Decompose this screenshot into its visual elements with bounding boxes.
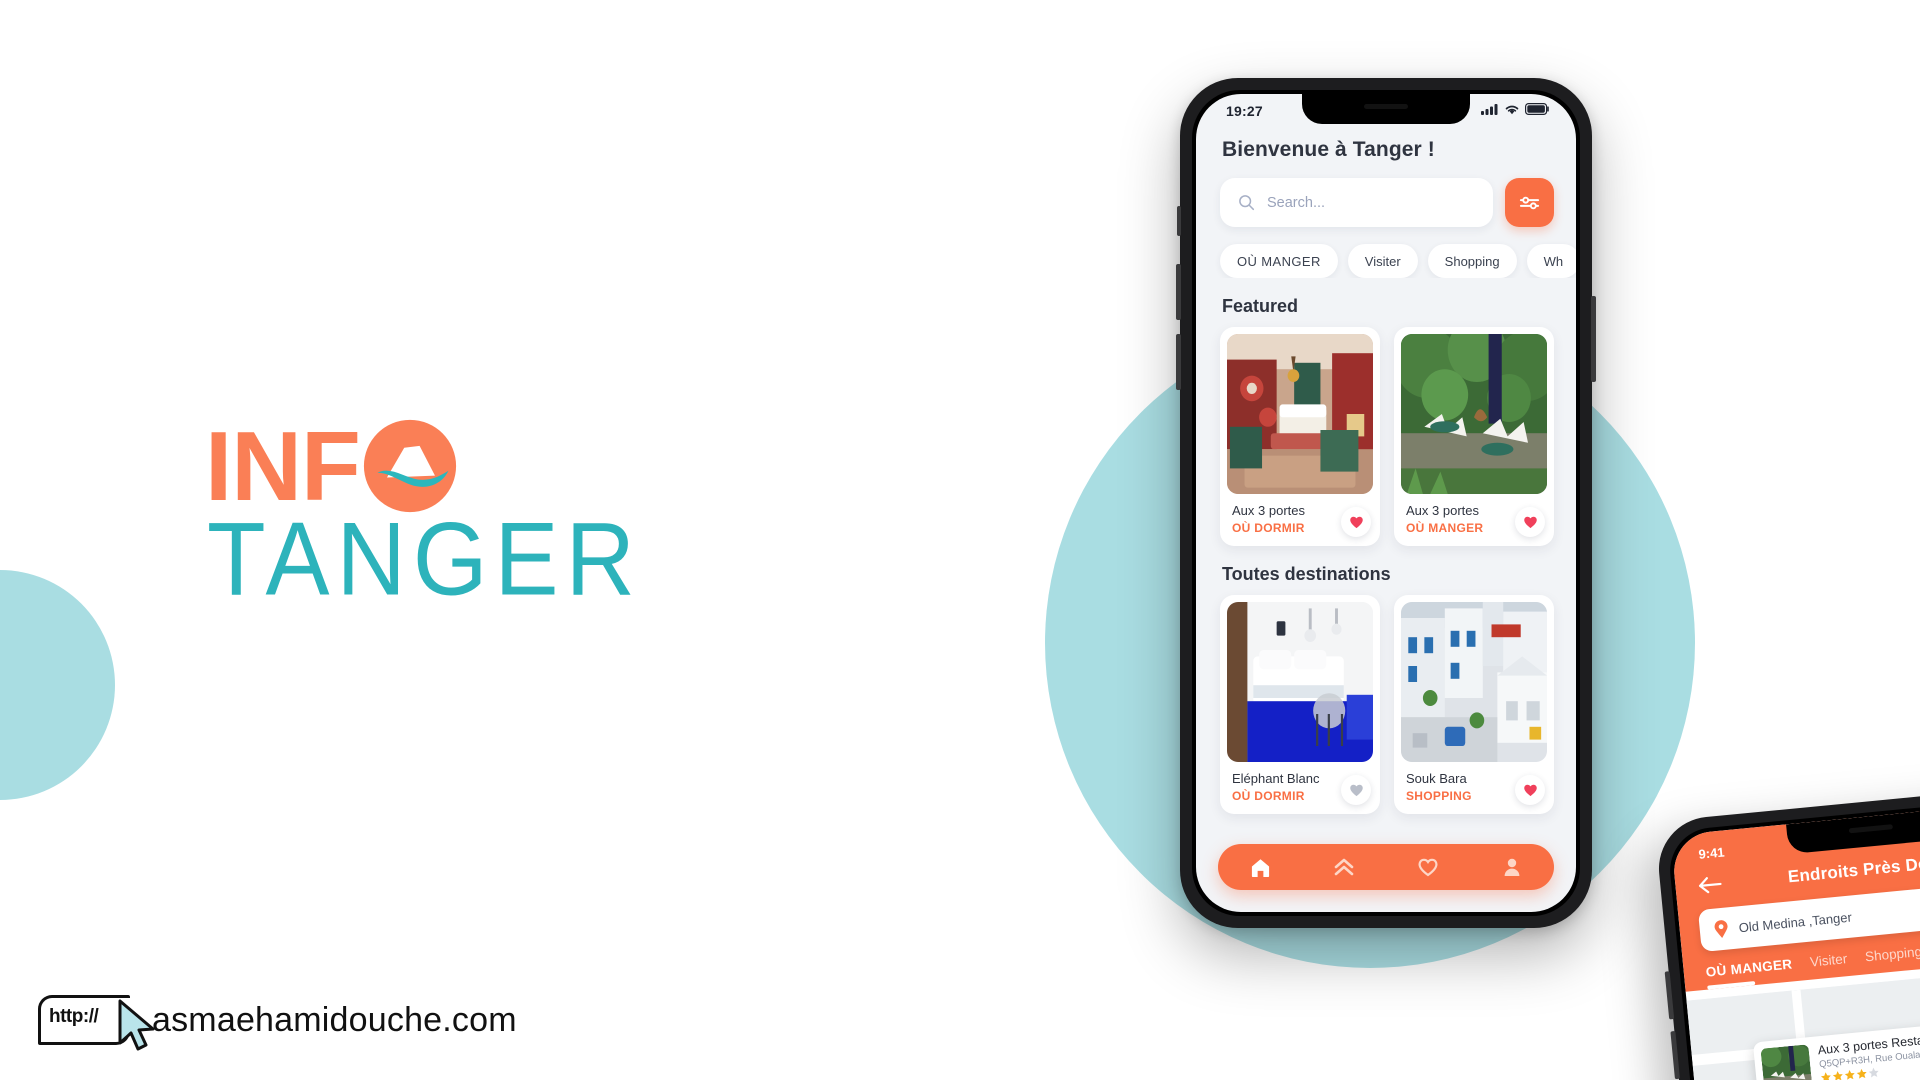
- user-icon: [1504, 858, 1520, 876]
- location-value: Old Medina ,Tanger: [1738, 909, 1853, 935]
- garden-terrace-photo: [1760, 1044, 1813, 1080]
- heart-outline-icon: [1349, 784, 1363, 797]
- status-time: 9:41: [1697, 844, 1726, 862]
- power-button[interactable]: [1591, 296, 1596, 382]
- tab-favorites[interactable]: [1406, 845, 1450, 889]
- favorite-button[interactable]: [1515, 775, 1545, 805]
- brand-logo-tanger: TANGER: [207, 501, 642, 618]
- page-title: Bienvenue à Tanger !: [1222, 138, 1435, 161]
- search-icon: [1239, 195, 1255, 211]
- brand-info-text: INF: [205, 410, 361, 521]
- featured-card[interactable]: Aux 3 portes OÙ MANGER: [1394, 327, 1554, 546]
- url-bar-icon: http://: [38, 995, 155, 1051]
- featured-card[interactable]: Aux 3 portes OÙ DORMIR: [1220, 327, 1380, 546]
- home-icon: [1251, 858, 1269, 877]
- circle-mountain-wave-icon: [363, 419, 456, 513]
- cellular-bars-icon: [1481, 104, 1498, 115]
- phone-mockup-nearby: 9:41 Endroits Près De Old Medina ,Tanger…: [1654, 780, 1920, 1080]
- filter-button[interactable]: [1505, 178, 1554, 227]
- category-chips: OÙ MANGER Visiter Shopping Wh: [1196, 227, 1576, 278]
- destination-card[interactable]: Eléphant Blanc OÙ DORMIR: [1220, 595, 1380, 814]
- map-pin-icon: [1714, 919, 1728, 938]
- heart-filled-icon: [1523, 784, 1537, 797]
- volume-up-button[interactable]: [1664, 971, 1675, 1020]
- volume-down-button[interactable]: [1670, 1030, 1680, 1080]
- watermark-site: asmaehamidouche.com: [152, 1000, 517, 1039]
- star-filled-icon: [1844, 1069, 1855, 1080]
- favorite-button[interactable]: [1341, 775, 1371, 805]
- active-tab-underline: [1707, 981, 1756, 990]
- battery-full-icon: [1525, 103, 1549, 115]
- screenshot-canvas: INF TANGER http:// asmaehamidouche.com 1…: [0, 0, 1920, 1080]
- decorative-circle-left: [0, 570, 115, 800]
- tab-visiter[interactable]: Visiter: [1809, 951, 1848, 970]
- url-bar-label: http://: [49, 1006, 99, 1027]
- phone-mockup-home: 19:27 Bienvenue à Tanger ! Search... OÙ …: [1176, 78, 1596, 928]
- tab-shopping[interactable]: Shopping: [1864, 944, 1920, 964]
- heart-filled-icon: [1523, 516, 1537, 529]
- destination-card[interactable]: Souk Bara SHOPPING: [1394, 595, 1554, 814]
- garden-terrace-photo: [1401, 334, 1547, 494]
- heart-icon: [1418, 858, 1438, 877]
- star-filled-icon: [1856, 1068, 1867, 1079]
- search-input[interactable]: Search...: [1220, 178, 1493, 227]
- brand-logo: INF TANGER: [205, 410, 725, 611]
- riad-bedroom-photo: [1227, 334, 1373, 494]
- phone-screen-home: 19:27 Bienvenue à Tanger ! Search... OÙ …: [1196, 94, 1576, 912]
- tab-trending[interactable]: [1322, 845, 1366, 889]
- chip-visiter[interactable]: Visiter: [1347, 244, 1418, 278]
- all-destinations-card-list: Eléphant Blanc OÙ DORMIR Souk Bara SHOPP…: [1196, 585, 1576, 814]
- white-bedroom-photo: [1227, 602, 1373, 762]
- featured-card-list: Aux 3 portes OÙ DORMIR Aux 3 portes OÙ M…: [1196, 317, 1576, 546]
- status-time: 19:27: [1226, 103, 1263, 119]
- favorite-button[interactable]: [1341, 507, 1371, 537]
- search-placeholder: Search...: [1267, 194, 1326, 211]
- volume-up-button[interactable]: [1176, 264, 1181, 320]
- volume-down-button[interactable]: [1176, 334, 1181, 390]
- tab-ou-manger[interactable]: OÙ MANGER: [1705, 956, 1793, 979]
- chip-shopping[interactable]: Shopping: [1427, 244, 1517, 278]
- mouse-pointer-icon: [118, 999, 155, 1051]
- status-bar: 19:27: [1196, 94, 1576, 128]
- favorite-button[interactable]: [1515, 507, 1545, 537]
- bottom-tab-bar: [1218, 844, 1554, 890]
- star-empty-icon: [1868, 1067, 1879, 1078]
- brand-logo-info: INF: [205, 410, 725, 521]
- chip-overflow[interactable]: Wh: [1526, 244, 1576, 278]
- sliders-icon: [1519, 196, 1540, 209]
- section-title-all-destinations: Toutes destinations: [1222, 564, 1391, 584]
- wifi-icon: [1505, 105, 1519, 115]
- phone-screen-nearby: 9:41 Endroits Près De Old Medina ,Tanger…: [1670, 797, 1920, 1080]
- search-row: Search...: [1196, 162, 1576, 227]
- silent-switch[interactable]: [1177, 206, 1181, 236]
- chip-ou-manger[interactable]: OÙ MANGER: [1220, 244, 1338, 278]
- section-title-featured: Featured: [1222, 296, 1299, 316]
- tab-profile[interactable]: [1490, 845, 1534, 889]
- watermark: http:// asmaehamidouche.com: [38, 995, 517, 1051]
- heart-filled-icon: [1349, 516, 1363, 529]
- star-filled-icon: [1820, 1072, 1831, 1080]
- tab-home[interactable]: [1238, 845, 1282, 889]
- chevrons-up-icon: [1334, 858, 1354, 876]
- medina-street-photo: [1401, 602, 1547, 762]
- star-filled-icon: [1832, 1071, 1843, 1080]
